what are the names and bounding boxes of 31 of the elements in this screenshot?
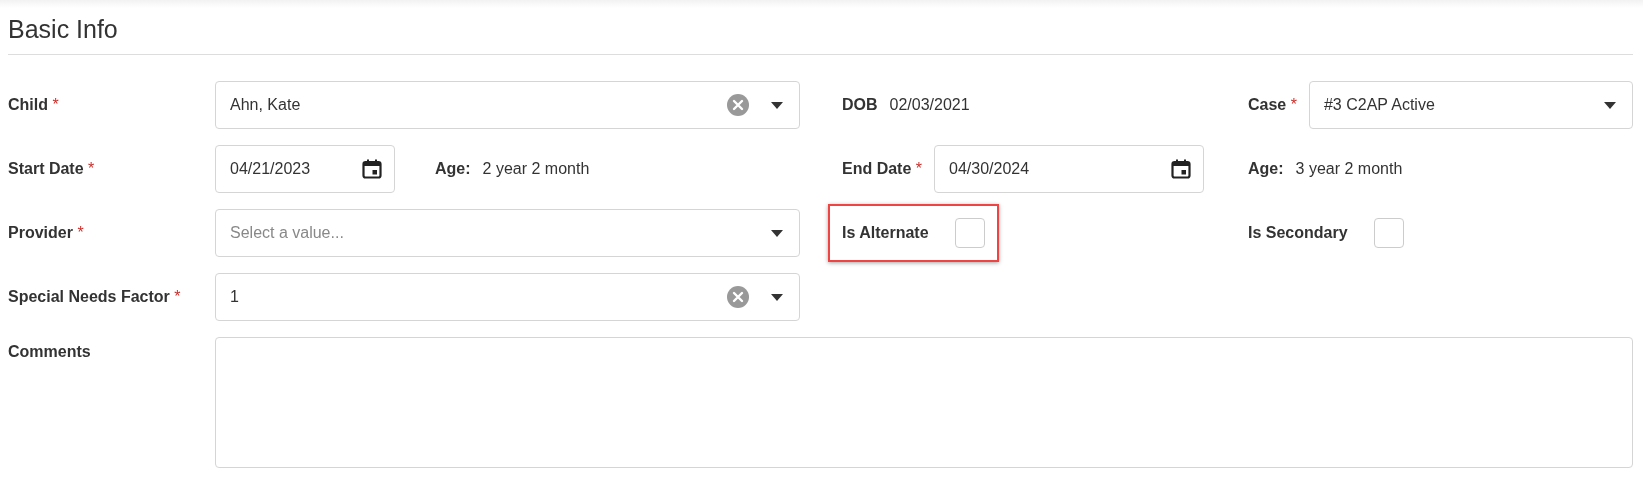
field-label: Is Alternate (842, 224, 929, 242)
date-field[interactable]: 04/30/2024 (934, 145, 1205, 193)
calendar-icon (362, 159, 382, 179)
caret-icon (771, 229, 783, 237)
field-value: 02/03/2021 (889, 96, 970, 114)
caret-icon (771, 101, 783, 109)
field-label: End Date * (842, 160, 923, 178)
dropdown-field[interactable]: Select a value... (215, 209, 800, 257)
field-label: Age: (1248, 160, 1284, 178)
checkbox[interactable] (954, 218, 985, 248)
comments-field[interactable] (215, 337, 1633, 468)
dropdown-field[interactable]: Ahn, Kate (215, 81, 800, 129)
field-label: Start Date * (8, 160, 96, 178)
calendar-icon (1171, 159, 1192, 179)
field-label: DOB (842, 96, 878, 114)
field-label: Child * (8, 96, 60, 114)
field-label: Comments (8, 342, 92, 361)
field-label: Age: (435, 160, 471, 178)
field-label: Special Needs Factor * (8, 288, 182, 306)
field-label: Provider * (8, 224, 85, 242)
checkbox[interactable] (1373, 218, 1404, 248)
field-label: Case * (1248, 96, 1297, 114)
date-field[interactable]: 04/21/2023 (215, 145, 395, 193)
field-label: Is Secondary (1248, 224, 1348, 242)
section-title: Basic Info (8, 8, 1633, 55)
dropdown-field[interactable]: 1 (215, 273, 800, 321)
caret-icon (771, 293, 783, 301)
field-value: 3 year 2 month (1295, 160, 1403, 178)
field-value: 2 year 2 month (482, 160, 590, 178)
caret-icon (1604, 101, 1616, 109)
dropdown-field[interactable]: #3 C2AP Active (1308, 81, 1633, 129)
